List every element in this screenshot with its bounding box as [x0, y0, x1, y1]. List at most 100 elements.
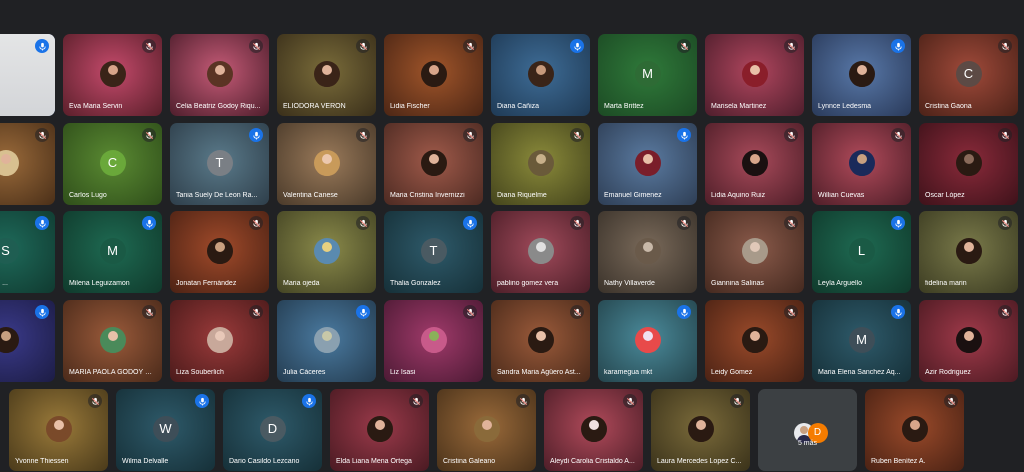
- participant-name: MARIA PAOLA GODOY SI...: [69, 369, 156, 376]
- avatar: [527, 327, 554, 353]
- microphone-muted-icon: [356, 128, 370, 142]
- participant-tile[interactable]: Sandra Maria Agüero Ast...: [491, 300, 590, 382]
- participant-tile[interactable]: MARIA PAOLA GODOY SI...: [63, 300, 162, 382]
- microphone-muted-icon: [249, 39, 263, 53]
- avatar: [313, 150, 340, 176]
- participant-tile[interactable]: Salía Romero ...: [0, 211, 55, 293]
- participant-tile[interactable]: Liza Souberlich: [170, 300, 269, 382]
- participant-name: Lidia Aquino Ruiz: [711, 192, 766, 199]
- microphone-muted-icon: [891, 128, 905, 142]
- participant-name: alía Romero ...: [0, 280, 8, 287]
- participant-tile[interactable]: M Milena Leguizamon: [63, 211, 162, 293]
- participant-tile[interactable]: Lynnce Ledesma: [812, 34, 911, 116]
- participant-name: ez: [0, 369, 49, 376]
- participant-name: Milena Leguizamon: [69, 280, 130, 287]
- participant-name: Cristina Galeano: [443, 458, 496, 465]
- participant-tile[interactable]: Giannina Salinas: [705, 211, 804, 293]
- microphone-muted-icon: [623, 394, 637, 408]
- participant-name: arte: [0, 192, 49, 199]
- participant-tile[interactable]: Nathy Villaverde: [598, 211, 697, 293]
- participant-name: Tania Suely De Leon Ra...: [176, 192, 258, 199]
- participant-tile[interactable]: karamegua mkt: [598, 300, 697, 382]
- participant-tile[interactable]: Marisela Martinez: [705, 34, 804, 116]
- participant-tile[interactable]: Cristina Galeano: [437, 389, 536, 471]
- participant-tile[interactable]: Diana Riquelme: [491, 123, 590, 205]
- participant-tile[interactable]: Celia Beatriz Godoy Riqu...: [170, 34, 269, 116]
- avatar: [206, 327, 233, 353]
- participant-tile[interactable]: C Cristina Gaona: [919, 34, 1018, 116]
- participant-tile[interactable]: fidelina marin: [919, 211, 1018, 293]
- participant-tile[interactable]: pablino gomez vera: [491, 211, 590, 293]
- participant-tile[interactable]: Lidia Aquino Ruiz: [705, 123, 804, 205]
- participant-tile[interactable]: ez: [0, 300, 55, 382]
- participant-tile[interactable]: ELIODORA VERÓN: [277, 34, 376, 116]
- participant-name: Oscar López: [925, 192, 965, 199]
- participant-tile[interactable]: T Tania Suely De Leon Ra...: [170, 123, 269, 205]
- participant-name: Diana Riquelme: [497, 192, 547, 199]
- participant-tile[interactable]: Diana Cañiza: [491, 34, 590, 116]
- participant-tile[interactable]: Yvonne Thiessen: [9, 389, 108, 471]
- microphone-muted-icon: [142, 305, 156, 319]
- microphone-muted-icon: [570, 216, 584, 230]
- participant-name: Marisela Martinez: [711, 103, 767, 110]
- avatar: [45, 416, 72, 442]
- participant-tile[interactable]: Valentina Canese: [277, 123, 376, 205]
- participant-tile[interactable]: D5 más: [758, 389, 857, 471]
- avatar: [99, 61, 126, 87]
- participant-tile[interactable]: Willian Cuevas: [812, 123, 911, 205]
- avatar-letter: L: [848, 238, 875, 264]
- avatar: [634, 150, 661, 176]
- microphone-muted-icon: [570, 128, 584, 142]
- participant-tile[interactable]: Leidy Gomez: [705, 300, 804, 382]
- participant-tile[interactable]: D Dario Casildo Lezcano: [223, 389, 322, 471]
- avatar: [420, 150, 447, 176]
- avatar: [527, 150, 554, 176]
- participant-tile[interactable]: arte: [0, 123, 55, 205]
- participant-tile[interactable]: T Thalia Gonzalez: [384, 211, 483, 293]
- participant-tile[interactable]: Eva Maria Servin: [63, 34, 162, 116]
- avatar-letter: S: [0, 238, 19, 264]
- participant-name: Julia Cáceres: [283, 369, 326, 376]
- participant-tile[interactable]: M Maria Elena Sanchez Aq...: [812, 300, 911, 382]
- participant-tile[interactable]: Elda Liana Mena Ortega: [330, 389, 429, 471]
- avatar: [0, 150, 19, 176]
- avatar: [634, 327, 661, 353]
- microphone-muted-icon: [142, 128, 156, 142]
- avatar: [741, 150, 768, 176]
- participant-tile[interactable]: Emanuel Gimenez: [598, 123, 697, 205]
- participant-tile[interactable]: W Wilma Delvalle: [116, 389, 215, 471]
- microphone-icon: [195, 394, 209, 408]
- participant-tile[interactable]: Laura Mercedes Lopez C...: [651, 389, 750, 471]
- participant-tile[interactable]: [0, 34, 55, 116]
- participant-tile[interactable]: Oscar López: [919, 123, 1018, 205]
- participant-name: Sandra Maria Agüero Ast...: [497, 369, 581, 376]
- participant-tile[interactable]: Maria ojeda: [277, 211, 376, 293]
- participant-tile[interactable]: Julia Cáceres: [277, 300, 376, 382]
- participant-tile[interactable]: Maria Cristina Invernizzi: [384, 123, 483, 205]
- participant-name: Aleydi Carolia Cristaldo A...: [550, 458, 635, 465]
- participant-tile[interactable]: L Leyla Arguello: [812, 211, 911, 293]
- participant-name: karamegua mkt: [604, 369, 653, 376]
- participant-tile[interactable]: Jonatan Fernández: [170, 211, 269, 293]
- participant-tile[interactable]: Liz Isasi: [384, 300, 483, 382]
- avatar: [313, 327, 340, 353]
- participant-name: Emanuel Gimenez: [604, 192, 662, 199]
- participant-tile[interactable]: Aleydi Carolia Cristaldo A...: [544, 389, 643, 471]
- microphone-muted-icon: [998, 216, 1012, 230]
- microphone-muted-icon: [730, 394, 744, 408]
- participant-name: Wilma Delvalle: [122, 458, 169, 465]
- avatar: [313, 238, 340, 264]
- microphone-muted-icon: [784, 216, 798, 230]
- participant-tile[interactable]: Ruben Benítez A.: [865, 389, 964, 471]
- participant-tile[interactable]: Azir Rodriguez: [919, 300, 1018, 382]
- avatar: [527, 238, 554, 264]
- microphone-icon: [35, 216, 49, 230]
- participant-tile[interactable]: Lidia Fischer: [384, 34, 483, 116]
- participant-tile[interactable]: C Carlos Lugo: [63, 123, 162, 205]
- microphone-icon: [463, 216, 477, 230]
- participant-tile[interactable]: M Marta Brittez: [598, 34, 697, 116]
- microphone-muted-icon: [998, 39, 1012, 53]
- microphone-muted-icon: [944, 394, 958, 408]
- participant-name: Yvonne Thiessen: [15, 458, 69, 465]
- participant-name: Leyla Arguello: [818, 280, 862, 287]
